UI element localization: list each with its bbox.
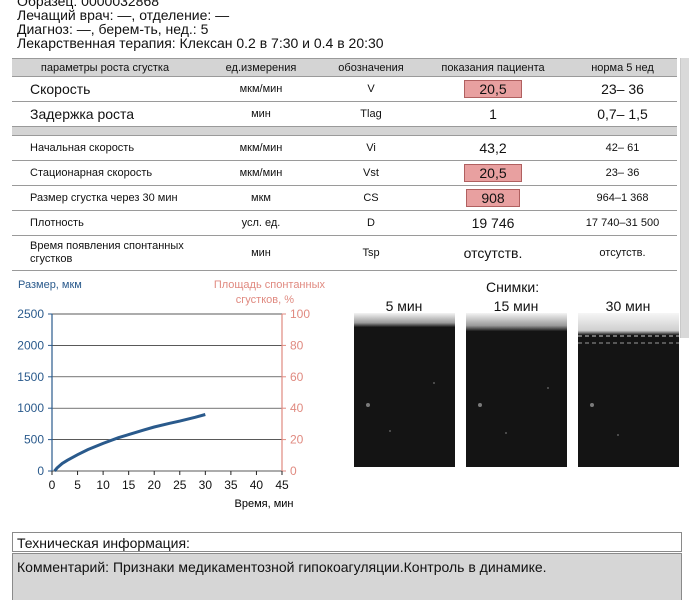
param-symbol: Vi	[324, 135, 418, 161]
param-name: Стационарная скорость	[12, 160, 198, 186]
col-header-unit: ед.измерения	[198, 58, 324, 77]
y-tick-label: 2500	[17, 307, 44, 321]
x-tick-label: 25	[173, 478, 187, 492]
snapshots-title: Снимки:	[486, 279, 540, 295]
param-name: Начальная скорость	[12, 135, 198, 161]
param-value-flagged: 908	[466, 189, 520, 207]
y-right-tick-label: 40	[290, 401, 304, 415]
snapshot-label: 30 мин	[605, 298, 651, 314]
param-symbol: CS	[324, 185, 418, 211]
y-right-tick-label: 80	[290, 338, 304, 352]
param-unit: мин	[198, 101, 324, 127]
y-tick-label: 0	[37, 464, 44, 478]
col-header-symbol: обозначения	[324, 58, 418, 77]
table-row: Размер сгустка через 30 мин мкм CS 908 9…	[12, 185, 677, 211]
snapshot-label: 15 мин	[493, 298, 539, 314]
param-norm: отсутств.	[568, 235, 677, 271]
y-right-axis-label-line1: Площадь спонтанных	[214, 279, 326, 291]
param-unit: мкм	[198, 185, 324, 211]
table-row: Начальная скорость мкм/мин Vi 43,2 42– 6…	[12, 135, 677, 161]
table-row: Плотность усл. ед. D 19 746 17 740–31 50…	[12, 210, 677, 236]
x-tick-label: 40	[250, 478, 264, 492]
col-header-norm: норма 5 нед	[568, 58, 677, 77]
x-tick-label: 35	[224, 478, 238, 492]
param-value: 43,2	[418, 135, 568, 161]
col-header-value: показания пациента	[418, 58, 568, 77]
table-header-row: параметры роста сгустка ед.измерения обо…	[12, 58, 677, 77]
param-name: Размер сгустка через 30 мин	[12, 185, 198, 211]
param-value: 1	[418, 101, 568, 127]
x-tick-label: 45	[275, 478, 289, 492]
clot-size-line	[53, 413, 206, 472]
y-tick-label: 500	[24, 433, 44, 447]
param-symbol: Tlag	[324, 101, 418, 127]
y-right-tick-label: 100	[290, 307, 310, 321]
table-separator	[12, 126, 677, 136]
param-value-flagged: 20,5	[464, 80, 522, 98]
parameters-table: параметры роста сгустка ед.измерения обо…	[12, 58, 677, 271]
technical-info-header: Техническая информация:	[12, 532, 682, 552]
table-row: Стационарная скорость мкм/мин Vst 20,5 2…	[12, 160, 677, 186]
y-right-tick-label: 20	[290, 433, 304, 447]
snapshot-label: 5 мин	[385, 298, 423, 314]
param-symbol: Vst	[324, 160, 418, 186]
table-row: Время появления спонтанных сгустков мин …	[12, 235, 677, 271]
x-axis-label: Время, мин	[235, 498, 294, 510]
y-tick-label: 2000	[17, 338, 44, 352]
param-norm: 964–1 368	[568, 185, 677, 211]
param-norm: 23– 36	[568, 160, 677, 186]
x-tick-label: 10	[96, 478, 110, 492]
snapshot-image-15min	[466, 313, 567, 467]
comment-field: Комментарий: Признаки медикаментозной ги…	[12, 553, 682, 600]
y-axis-label: Размер, мкм	[18, 279, 82, 291]
x-tick-label: 0	[49, 478, 56, 492]
param-name: Задержка роста	[12, 101, 198, 127]
param-unit: усл. ед.	[198, 210, 324, 236]
param-symbol: V	[324, 76, 418, 102]
param-norm: 23– 36	[568, 76, 677, 102]
param-unit: мин	[198, 235, 324, 271]
param-norm: 0,7– 1,5	[568, 101, 677, 127]
x-tick-label: 20	[148, 478, 162, 492]
snapshot-image-5min	[354, 313, 455, 467]
snapshot-image-30min	[578, 313, 679, 467]
param-value: отсутств.	[418, 235, 568, 271]
param-unit: мкм/мин	[198, 135, 324, 161]
param-symbol: Tsp	[324, 235, 418, 271]
table-row: Скорость мкм/мин V 20,5 23– 36	[12, 76, 677, 102]
scrollbar[interactable]	[680, 58, 689, 338]
param-value: 19 746	[418, 210, 568, 236]
clot-growth-chart: Размер, мкм Площадь спонтанных сгустков,…	[17, 279, 326, 510]
table-row: Задержка роста мин Tlag 1 0,7– 1,5	[12, 101, 677, 127]
param-name: Скорость	[12, 76, 198, 102]
param-symbol: D	[324, 210, 418, 236]
x-tick-label: 15	[122, 478, 136, 492]
param-unit: мкм/мин	[198, 160, 324, 186]
col-header-parameter: параметры роста сгустка	[12, 58, 198, 77]
y-tick-label: 1000	[17, 401, 44, 415]
param-name: Время появления спонтанных сгустков	[12, 235, 198, 271]
therapy-line: Лекарственная терапия: Клексан 0.2 в 7:3…	[17, 35, 384, 51]
x-tick-label: 5	[74, 478, 81, 492]
y-tick-label: 1500	[17, 370, 44, 384]
param-norm: 42– 61	[568, 135, 677, 161]
param-unit: мкм/мин	[198, 76, 324, 102]
y-right-tick-label: 0	[290, 464, 297, 478]
y-right-tick-label: 60	[290, 370, 304, 384]
param-value-flagged: 20,5	[464, 164, 522, 182]
y-right-axis-label-line2: сгустков, %	[236, 294, 294, 306]
param-norm: 17 740–31 500	[568, 210, 677, 236]
x-tick-label: 30	[199, 478, 213, 492]
param-name: Плотность	[12, 210, 198, 236]
